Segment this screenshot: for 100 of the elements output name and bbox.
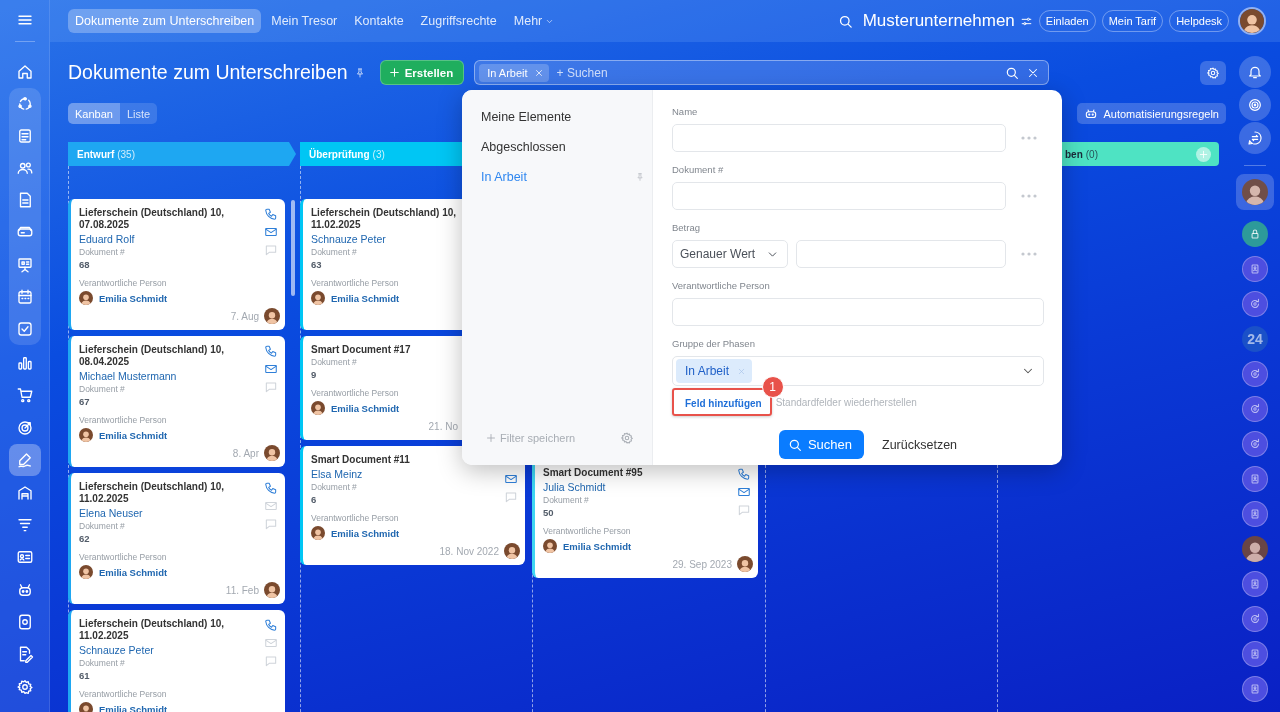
lock-icon xyxy=(1248,226,1262,241)
document-card[interactable]: Lieferschein (Deutschland) 10, 11.02.2025 Elena Neuser Dokument # 62 Verantwortliche Person Emilia Schmidt 11. Feb xyxy=(68,473,285,604)
field-label: Dokument # xyxy=(79,383,126,395)
filter-preset[interactable]: In Arbeit xyxy=(462,162,652,192)
filter-preset[interactable]: Meine Elemente xyxy=(462,102,652,132)
contact-link[interactable]: Eduard Rolf xyxy=(79,232,264,246)
sidebar-button[interactable] xyxy=(8,443,41,477)
contact-book-icon xyxy=(1248,261,1262,276)
close-icon xyxy=(533,67,544,78)
close-icon xyxy=(737,366,747,376)
card-title[interactable]: Smart Document #95 xyxy=(543,467,715,479)
document-card[interactable]: Lieferschein (Deutschland) 10, 07.08.2025 Eduard Rolf Dokument # 68 Verantwortliche Person Emilia Schmidt 7. Aug xyxy=(68,199,285,330)
document-card[interactable]: Smart Document #11 Elsa Meinz Dokument # 6 Verantwortliche Person Emilia Schmidt 18. Nov 2022 xyxy=(300,446,525,565)
field-value: 68 xyxy=(79,258,91,271)
avatar xyxy=(543,539,557,553)
card-title[interactable]: Lieferschein (Deutschland) 10, 11.02.2025 xyxy=(79,618,251,642)
chat-button[interactable] xyxy=(1236,174,1274,210)
automation-button[interactable]: Automatisierungsregeln xyxy=(1077,103,1226,124)
tag-chip[interactable]: In Arbeit xyxy=(676,359,753,383)
input-field[interactable] xyxy=(796,240,1006,268)
card-title[interactable]: Lieferschein (Deutschland) 10, 07.08.2025 xyxy=(79,207,251,231)
field-value: 9 xyxy=(311,368,318,381)
rail-button[interactable] xyxy=(1239,89,1271,121)
column-title: Entwurf xyxy=(77,148,115,160)
company-name[interactable]: Musterunternehmen xyxy=(862,11,1015,31)
field-value: 63 xyxy=(311,258,323,271)
contact-link[interactable]: Elena Neuser xyxy=(79,506,264,520)
mail-icon xyxy=(264,362,278,376)
scrollbar[interactable] xyxy=(291,200,295,296)
person-link[interactable]: Emilia Schmidt xyxy=(331,527,400,539)
search-button[interactable]: Suchen xyxy=(778,430,865,459)
field-label: Gruppe der Phasen xyxy=(672,338,756,351)
contact-link[interactable]: Schnauze Peter xyxy=(79,643,264,657)
sync-icon xyxy=(1248,401,1262,416)
card-title[interactable]: Lieferschein (Deutschland) 10, 11.02.2025 xyxy=(79,481,251,505)
rail-button[interactable] xyxy=(1239,122,1271,154)
person-link[interactable]: Emilia Schmidt xyxy=(99,292,168,304)
nav-tab[interactable]: Mein Tresor xyxy=(264,9,345,33)
avatar xyxy=(311,291,325,305)
contact-link[interactable]: Elsa Meinz xyxy=(311,467,504,481)
nav-tab[interactable]: Mehr xyxy=(506,9,562,33)
input-field[interactable] xyxy=(672,298,1044,326)
chat-icon xyxy=(264,654,278,668)
field-label: Verantwortliche Person xyxy=(311,387,400,399)
add-field-link[interactable]: Feld hinzufügen xyxy=(685,398,762,409)
filter-preset[interactable]: Abgeschlossen xyxy=(462,132,652,162)
field-label: Dokument # xyxy=(311,481,358,493)
rail-button[interactable] xyxy=(1239,56,1271,88)
select-field[interactable]: Genauer Wert xyxy=(672,240,788,268)
mail-icon xyxy=(737,485,751,499)
contact-link[interactable]: Michael Mustermann xyxy=(79,369,264,383)
person-link[interactable]: Emilia Schmidt xyxy=(331,292,400,304)
input-field[interactable] xyxy=(672,124,1006,152)
view-tab[interactable]: Liste xyxy=(119,103,158,124)
field-label: Verantwortliche Person xyxy=(79,688,168,700)
field-label: Dokument # xyxy=(543,494,590,506)
card-date: 18. Nov 2022 xyxy=(439,545,499,557)
chat-icon xyxy=(504,490,518,504)
user-avatar[interactable] xyxy=(1238,7,1266,35)
chat-icon xyxy=(264,380,278,394)
settings-button[interactable] xyxy=(1200,60,1226,85)
nav-tab[interactable]: Kontakte xyxy=(347,9,411,33)
document-card[interactable]: Lieferschein (Deutschland) 10, 11.02.2025 Schnauze Peter Dokument # 61 Verantwortliche Person Emilia Schmidt xyxy=(68,610,285,712)
page-title: Dokumente zum Unterschreiben xyxy=(68,61,348,84)
checkbox-icon xyxy=(15,319,34,338)
search-field[interactable]: In Arbeit + Suchen xyxy=(474,60,1050,85)
calendar-icon xyxy=(15,287,34,306)
avatar xyxy=(79,702,93,712)
card-title[interactable]: Lieferschein (Deutschland) 10, 08.04.2025 xyxy=(79,344,251,368)
column-count: (3) xyxy=(372,148,385,160)
person-link[interactable]: Emilia Schmidt xyxy=(99,429,168,441)
input-field[interactable] xyxy=(672,182,1006,210)
chat-arrows-icon xyxy=(1247,130,1263,146)
chat-button[interactable]: 24 xyxy=(1236,321,1274,356)
field-label: Verantwortliche Person xyxy=(79,414,168,426)
nav-tab[interactable]: Zugriffsrechte xyxy=(413,9,504,33)
card-date: 11. Feb xyxy=(225,584,259,596)
contact-link[interactable]: Julia Schmidt xyxy=(543,480,737,494)
plus-icon xyxy=(485,432,497,444)
sync-icon xyxy=(1248,611,1262,626)
chat-badge: 24 xyxy=(1242,325,1268,352)
pen-signature-icon xyxy=(15,451,34,470)
person-link[interactable]: Emilia Schmidt xyxy=(99,703,168,712)
avatar xyxy=(1242,179,1268,205)
mail-icon xyxy=(264,499,278,513)
home-icon xyxy=(15,63,34,81)
filter-chip[interactable]: In Arbeit xyxy=(479,63,549,82)
document-card[interactable]: Lieferschein (Deutschland) 10, 08.04.2025 Michael Mustermann Dokument # 67 Verantwortliche Person Emilia Schmidt 8. Apr xyxy=(68,336,285,467)
avatar xyxy=(311,526,325,540)
chat-icon xyxy=(264,243,278,257)
person-link[interactable]: Emilia Schmidt xyxy=(331,402,400,414)
sync-icon xyxy=(1248,366,1262,381)
reset-button[interactable]: Zurücksetzen xyxy=(882,437,958,452)
person-link[interactable]: Emilia Schmidt xyxy=(563,540,632,552)
phone-icon xyxy=(264,618,278,632)
card-date: 21. No xyxy=(428,420,458,432)
person-link[interactable]: Emilia Schmidt xyxy=(99,566,168,578)
phone-icon xyxy=(264,207,278,221)
card-date: 7. Aug xyxy=(230,310,259,322)
avatar xyxy=(311,401,325,415)
